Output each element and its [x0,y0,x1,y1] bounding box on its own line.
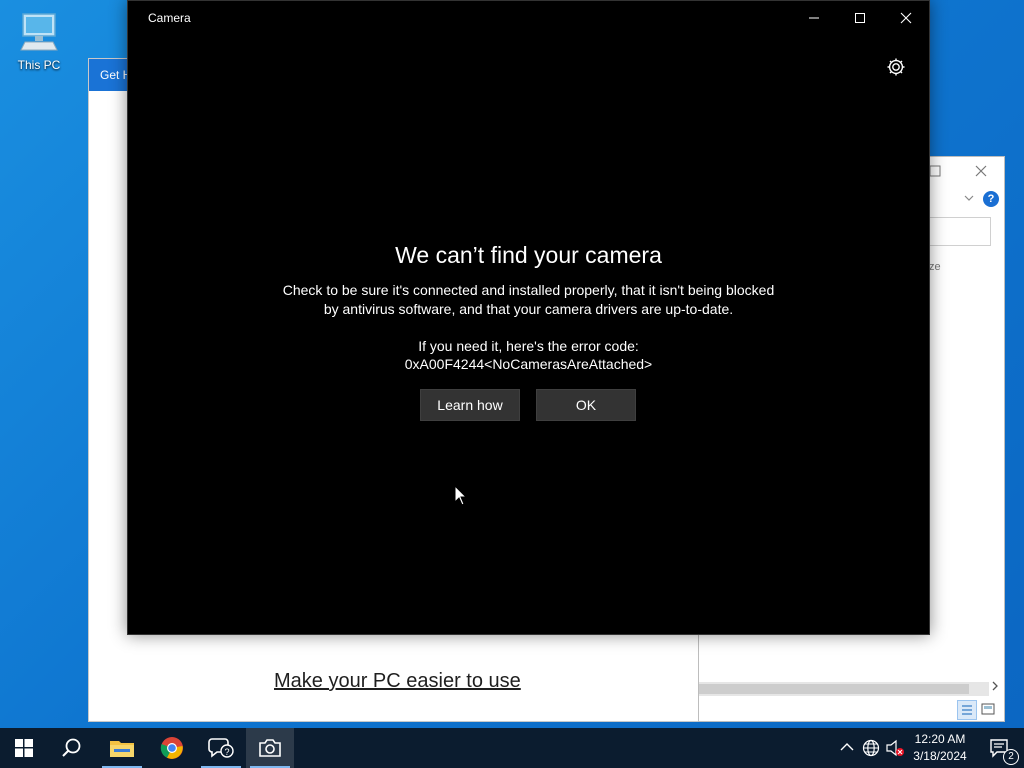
notification-count-badge: 2 [1003,749,1019,765]
scroll-right-icon[interactable] [991,681,999,691]
feedback-hub-taskbar-button[interactable]: ? [197,728,245,768]
gear-icon[interactable] [884,55,908,79]
error-code-intro: If you need it, here's the error code: [418,338,639,354]
clock-time: 12:20 AM [914,732,966,746]
large-icons-view-icon[interactable] [980,701,996,717]
mouse-cursor-icon [454,485,468,506]
scrollbar-thumb[interactable] [699,684,969,694]
show-hidden-icons-chevron-icon[interactable] [840,741,854,753]
camera-window: Camera We can’t find your camera Check t… [127,0,930,635]
maximize-icon [855,12,865,23]
size-column-header[interactable]: ze [929,261,941,273]
action-center-button[interactable]: 2 [976,728,1024,768]
maximize-button[interactable] [837,1,883,34]
search-icon [62,738,81,757]
maximize-icon[interactable] [929,165,941,177]
network-globe-icon[interactable] [862,739,880,757]
close-icon [900,12,912,23]
ok-button[interactable]: OK [536,389,636,421]
details-view-icon[interactable] [957,700,977,720]
help-icon[interactable]: ? [983,191,999,207]
feedback-hub-icon: ? [208,738,234,758]
error-heading: We can’t find your camera [395,242,662,268]
taskbar: ? 12:20 AM 3/18/2024 2 [0,728,1024,768]
minimize-icon [809,17,819,18]
chrome-taskbar-button[interactable] [148,728,196,768]
error-message-line2: by antivirus software, and that your cam… [323,301,734,317]
error-code: 0xA00F4244<NoCamerasAreAttached> [404,356,653,372]
camera-icon [259,739,281,757]
computer-icon [20,13,58,51]
windows-logo-icon [15,739,33,757]
clock[interactable]: 12:20 AM 3/18/2024 [905,731,975,765]
clock-date: 3/18/2024 [913,749,967,763]
start-button[interactable] [0,728,48,768]
error-message-line1: Check to be sure it's connected and inst… [282,282,775,298]
window-title: Camera [148,11,191,25]
svg-text:?: ? [224,747,229,757]
horizontal-scrollbar[interactable] [699,682,989,696]
desktop-icon-label: This PC [17,58,61,72]
volume-muted-icon[interactable] [885,739,905,757]
desktop-icon-this-pc[interactable]: This PC [10,8,68,78]
search-button[interactable] [48,728,96,768]
close-icon[interactable] [975,165,987,177]
make-pc-easier-link[interactable]: Make your PC easier to use [274,670,521,693]
chevron-down-icon[interactable] [964,194,974,202]
close-button[interactable] [883,1,929,34]
file-explorer-taskbar-button[interactable] [98,728,146,768]
chrome-icon [160,737,183,759]
folder-icon [110,741,134,757]
search-box[interactable] [929,217,991,246]
learn-how-button[interactable]: Learn how [420,389,520,421]
camera-taskbar-button[interactable] [246,728,294,768]
minimize-button[interactable] [791,1,837,34]
